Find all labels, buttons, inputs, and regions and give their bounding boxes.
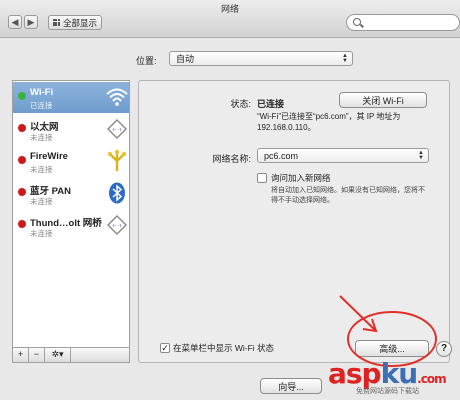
service-status: 未连接 bbox=[30, 165, 53, 174]
help-button[interactable]: ? bbox=[436, 341, 452, 357]
location-label: 位置: bbox=[136, 56, 157, 66]
service-name: 以太网 bbox=[30, 122, 59, 133]
status-dot bbox=[18, 92, 26, 100]
advanced-button[interactable]: 高级... bbox=[355, 340, 429, 357]
status-description-line1: “Wi-Fi”已连接至“pc6.com”，其 IP 地址为 bbox=[257, 112, 401, 121]
bluetooth-icon bbox=[109, 182, 125, 204]
forward-button[interactable]: ▶ bbox=[24, 15, 38, 29]
remove-service-button[interactable]: − bbox=[29, 348, 45, 362]
service-status: 未连接 bbox=[30, 229, 53, 238]
show-all-button[interactable]: 全部显示 bbox=[48, 15, 102, 30]
service-name: Thund…olt 网桥 bbox=[30, 218, 102, 229]
location-value: 自动 bbox=[176, 54, 195, 64]
service-item-wifi[interactable]: Wi-Fi 已连接 bbox=[13, 82, 129, 113]
status-label: 状态: bbox=[230, 99, 251, 109]
search-icon bbox=[353, 18, 361, 26]
ask-join-description-line2: 得不手动选择网络。 bbox=[271, 197, 334, 204]
service-item-firewire[interactable]: FireWire 未连接 bbox=[13, 146, 129, 177]
show-in-menubar-label: 在菜单栏中显示 Wi-Fi 状态 bbox=[173, 343, 275, 353]
svg-text:‹··›: ‹··› bbox=[112, 127, 122, 134]
wifi-icon bbox=[106, 88, 128, 106]
back-button[interactable]: ◀ bbox=[8, 15, 22, 29]
chevron-updown-icon: ▲ ▼ bbox=[418, 149, 424, 161]
assist-me-button[interactable]: 向导... bbox=[260, 378, 322, 394]
window-titlebar: 网络 ◀ ▶ 全部显示 bbox=[0, 0, 460, 38]
thunderbolt-bridge-icon: ‹··› bbox=[107, 215, 127, 235]
firewire-icon bbox=[107, 149, 127, 171]
status-dot bbox=[18, 220, 26, 228]
search-field[interactable] bbox=[346, 14, 460, 31]
show-in-menubar-checkbox[interactable]: ✓ bbox=[160, 343, 170, 353]
service-name: 蓝牙 PAN bbox=[30, 186, 71, 197]
network-name-label: 网络名称: bbox=[212, 154, 251, 164]
service-status: 未连接 bbox=[30, 133, 53, 142]
service-item-ethernet[interactable]: 以太网 未连接 ‹··› bbox=[13, 114, 129, 145]
gear-menu-button[interactable]: ✲▾ bbox=[45, 348, 71, 362]
ask-join-label: 询问加入新网络 bbox=[271, 173, 331, 183]
watermark-tagline: 免费网站源码下载站 bbox=[356, 388, 419, 395]
ethernet-icon: ‹··› bbox=[107, 119, 127, 139]
wifi-detail-panel: 状态: 已连接 关闭 Wi-Fi “Wi-Fi”已连接至“pc6.com”，其 … bbox=[138, 80, 450, 363]
service-list: Wi-Fi 已连接 以太网 未连接 ‹··› FireWire 未连接 蓝牙 P… bbox=[12, 80, 130, 348]
svg-text:‹··›: ‹··› bbox=[112, 223, 122, 230]
show-all-label: 全部显示 bbox=[62, 17, 97, 28]
status-dot bbox=[18, 188, 26, 196]
add-service-button[interactable]: + bbox=[13, 348, 29, 362]
status-description-line2: 192.168.0.110。 bbox=[257, 123, 316, 132]
status-dot bbox=[18, 124, 26, 132]
grid-icon bbox=[52, 19, 60, 26]
network-name-value: pc6.com bbox=[264, 150, 299, 161]
service-name: FireWire bbox=[30, 151, 68, 162]
location-select[interactable]: 自动 ▲ ▼ bbox=[169, 51, 353, 66]
ask-join-checkbox[interactable] bbox=[257, 173, 267, 183]
service-status: 未连接 bbox=[30, 197, 53, 206]
turn-off-wifi-button[interactable]: 关闭 Wi-Fi bbox=[339, 92, 427, 108]
chevron-updown-icon: ▲ ▼ bbox=[342, 52, 348, 64]
service-list-footer: + − ✲▾ bbox=[12, 348, 130, 363]
network-name-select[interactable]: pc6.com ▲ ▼ bbox=[257, 148, 429, 163]
status-value: 已连接 bbox=[257, 99, 285, 109]
service-status: 已连接 bbox=[30, 101, 53, 110]
status-dot bbox=[18, 156, 26, 164]
ask-join-description-line1: 将自动加入已知网络。如果没有已知网络，您将不 bbox=[271, 187, 425, 194]
service-item-thunderbolt-bridge[interactable]: Thund…olt 网桥 未连接 ‹··› bbox=[13, 210, 129, 241]
service-name: Wi-Fi bbox=[30, 87, 54, 98]
service-item-bluetooth-pan[interactable]: 蓝牙 PAN 未连接 bbox=[13, 178, 129, 209]
